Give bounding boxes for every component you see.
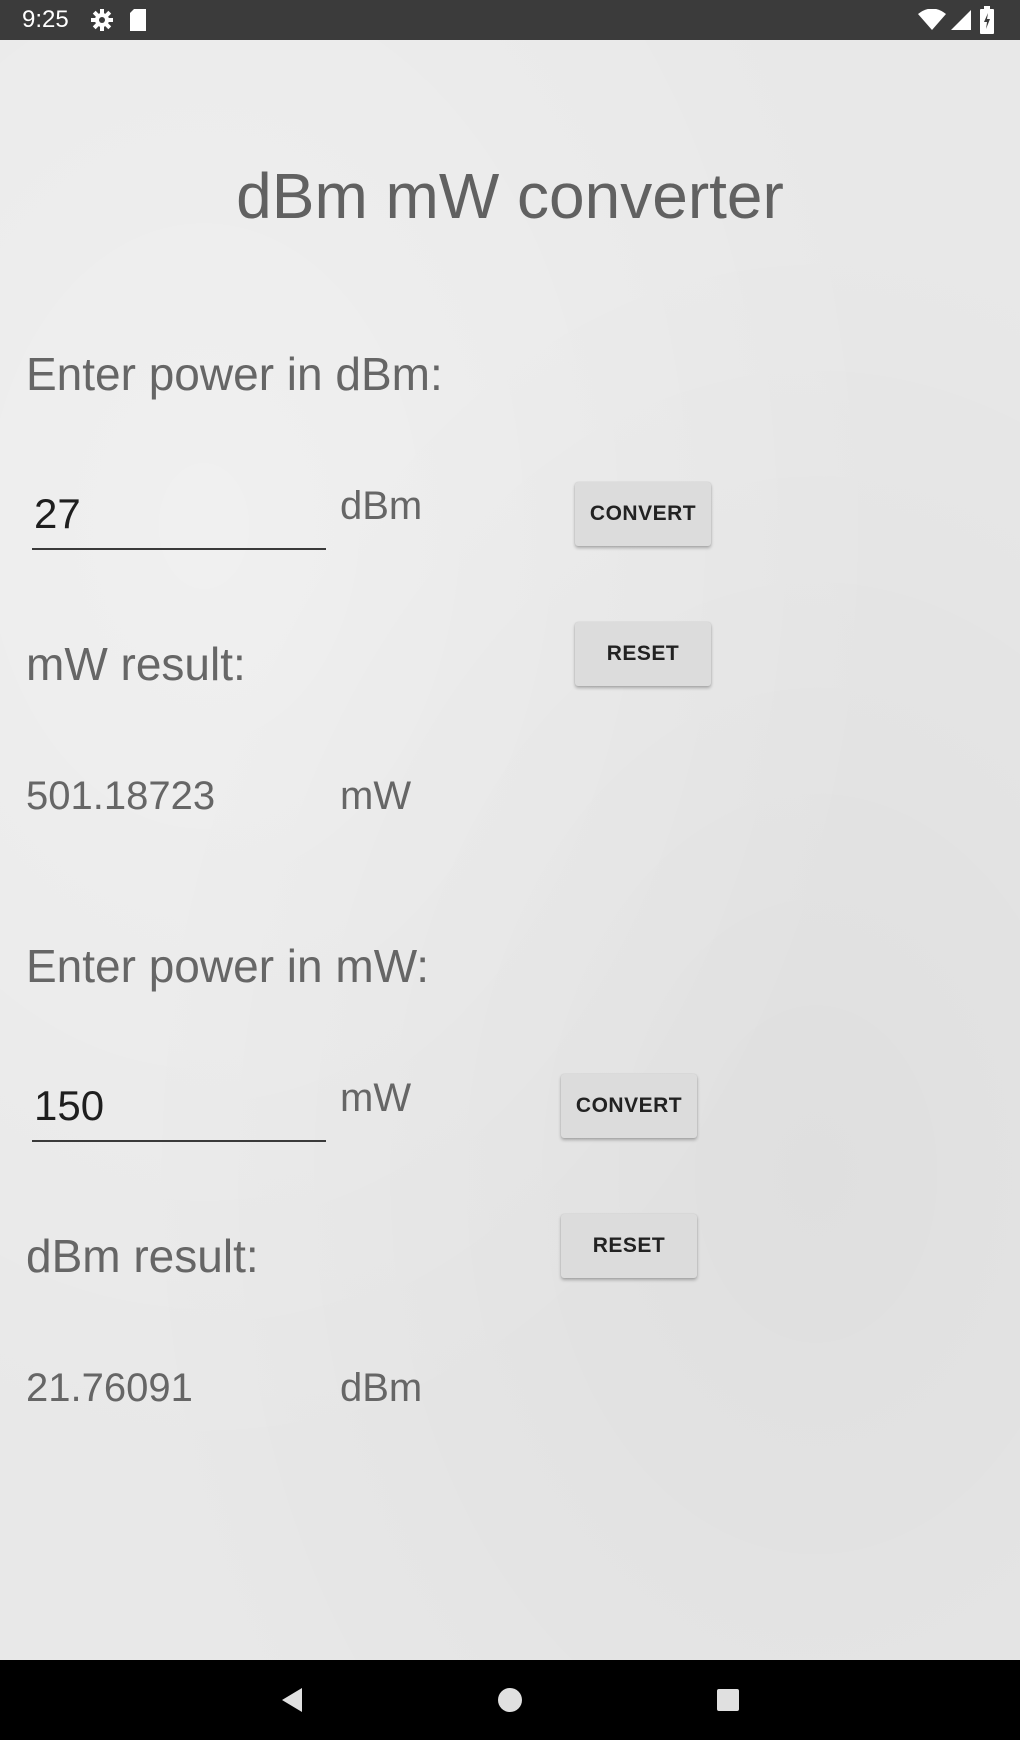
reset-dbm-button[interactable]: RESET bbox=[575, 622, 711, 686]
mw-input-prompt: Enter power in mW: bbox=[26, 940, 430, 992]
dbm-input-prompt: Enter power in dBm: bbox=[26, 348, 443, 400]
recents-icon[interactable] bbox=[710, 1682, 746, 1718]
dbm-result-value: 21.76091 bbox=[26, 1366, 193, 1410]
reset-mw-button[interactable]: RESET bbox=[561, 1214, 697, 1278]
dbm-input-field[interactable] bbox=[32, 486, 326, 550]
dbm-input-unit: dBm bbox=[340, 484, 423, 528]
dbm-result-label: dBm result: bbox=[26, 1230, 259, 1282]
convert-mw-button[interactable]: CONVERT bbox=[561, 1074, 697, 1138]
home-icon[interactable] bbox=[492, 1682, 528, 1718]
sd-card-icon bbox=[130, 9, 146, 31]
back-icon[interactable] bbox=[274, 1682, 310, 1718]
dbm-result-unit: dBm bbox=[340, 1366, 423, 1410]
gear-icon bbox=[91, 9, 113, 31]
status-time: 9:25 bbox=[22, 6, 69, 33]
battery-icon bbox=[980, 6, 994, 34]
mw-result-unit: mW bbox=[340, 774, 412, 818]
convert-dbm-button[interactable]: CONVERT bbox=[575, 482, 711, 546]
status-bar: 9:25 bbox=[0, 0, 1020, 40]
wifi-icon bbox=[918, 9, 946, 30]
mw-input-field[interactable] bbox=[32, 1078, 326, 1142]
app-content: dBm mW converter Enter power in dBm: dBm… bbox=[0, 40, 1020, 1660]
page-title: dBm mW converter bbox=[236, 160, 784, 232]
mw-result-value: 501.18723 bbox=[26, 774, 216, 818]
navigation-bar bbox=[0, 1660, 1020, 1740]
signal-icon bbox=[951, 10, 971, 30]
mw-input-unit: mW bbox=[340, 1076, 412, 1120]
mw-result-label: mW result: bbox=[26, 638, 246, 690]
